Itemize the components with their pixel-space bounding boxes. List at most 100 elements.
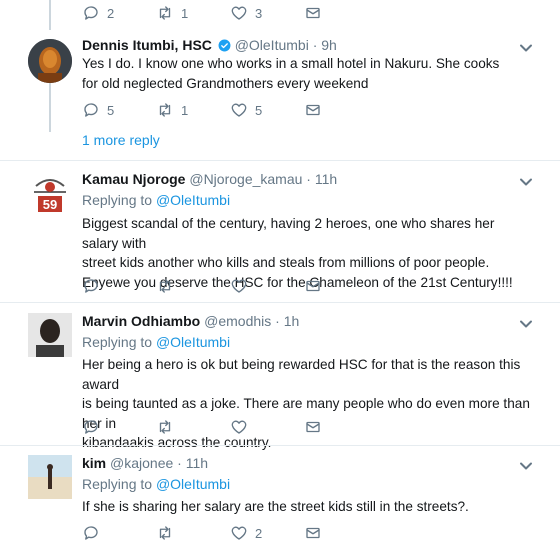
reply-icon — [84, 279, 98, 293]
timestamp[interactable]: 1h — [284, 313, 300, 329]
reply-action[interactable] — [82, 418, 156, 436]
retweet-action[interactable]: 1 — [156, 101, 230, 119]
message-action[interactable] — [304, 4, 378, 22]
tweet3-more-menu[interactable] — [519, 317, 533, 331]
tweet4-header: kim @kajonee · 11h — [82, 455, 208, 471]
timestamp[interactable]: 11h — [186, 455, 208, 471]
dot-separator: · — [312, 37, 318, 53]
chevron-down-icon — [520, 462, 532, 470]
envelope-icon — [306, 7, 320, 19]
reply-action[interactable] — [82, 524, 156, 542]
tweet1-actions: 5 1 5 — [82, 100, 378, 120]
reply-action[interactable]: 5 — [82, 101, 156, 119]
heart-icon — [231, 279, 247, 293]
like-count: 3 — [255, 5, 263, 21]
replying-to: Replying to @OleItumbi — [82, 334, 230, 350]
dot-separator: · — [306, 171, 311, 187]
retweet-icon — [159, 526, 171, 540]
like-action[interactable] — [230, 418, 304, 436]
retweet-action[interactable] — [156, 524, 230, 542]
message-action[interactable] — [304, 418, 378, 436]
chevron-down-icon — [520, 44, 532, 52]
avatar-marvin[interactable] — [28, 313, 72, 357]
reply-icon — [84, 420, 98, 434]
tweet4-more-menu[interactable] — [519, 459, 533, 473]
retweet-icon — [159, 6, 171, 20]
reply-icon — [84, 526, 98, 540]
display-name[interactable]: kim — [82, 455, 106, 471]
retweet-action[interactable] — [156, 418, 230, 436]
envelope-icon — [306, 421, 320, 433]
tweet4-text: If she is sharing her salary are the str… — [82, 499, 469, 514]
thread-line-tweet1 — [49, 82, 51, 132]
tweet4-actions: 2 — [82, 523, 378, 543]
replying-to-link[interactable]: @OleItumbi — [156, 476, 230, 492]
tweet3-header: Marvin Odhiambo @emodhis · 1h — [82, 313, 299, 329]
tweet3-text: Her being a hero is ok but being rewarde… — [82, 355, 532, 453]
chevron-down-icon — [520, 178, 532, 186]
timestamp[interactable]: 11h — [315, 171, 337, 187]
handle[interactable]: @emodhis — [204, 313, 271, 329]
reply-count: 2 — [107, 5, 115, 21]
tweet1-text: Yes I do. I know one who works in a smal… — [82, 56, 500, 91]
avatar-emblem-text: 59 — [43, 197, 57, 212]
thread-line-top — [49, 0, 51, 30]
handle[interactable]: @Njoroge_kamau — [189, 171, 302, 187]
replying-to: Replying to @OleItumbi — [82, 192, 230, 208]
heart-icon — [231, 420, 247, 434]
tweet3-text-line: Her being a hero is ok but being rewarde… — [82, 357, 521, 392]
retweet-action[interactable]: 1 — [156, 4, 230, 22]
reply-icon — [84, 103, 98, 117]
more-replies-link[interactable]: 1 more reply — [82, 132, 160, 148]
tweet2-text-line: street kids another who kills and steals… — [82, 255, 490, 270]
envelope-icon — [306, 104, 320, 116]
envelope-icon — [306, 280, 320, 292]
avatar-kim[interactable] — [28, 455, 72, 499]
like-count: 5 — [255, 102, 263, 118]
display-name[interactable]: Dennis Itumbi, HSC — [82, 37, 212, 53]
like-action[interactable]: 3 — [230, 4, 304, 22]
reply-count: 5 — [107, 102, 115, 118]
tweet1-header: Dennis Itumbi, HSC @OleItumbi · 9h — [82, 37, 337, 53]
replying-prefix: Replying to — [82, 334, 153, 350]
top-tweet-actions: 2 1 3 — [82, 3, 378, 23]
separator — [0, 160, 560, 161]
verified-badge-icon — [218, 39, 231, 52]
retweet-action[interactable] — [156, 277, 230, 295]
avatar-photo-icon — [28, 313, 72, 357]
retweet-count: 1 — [181, 102, 189, 118]
avatar-kamau[interactable]: 59 — [28, 172, 72, 216]
display-name[interactable]: Marvin Odhiambo — [82, 313, 200, 329]
tweet2-more-menu[interactable] — [519, 175, 533, 189]
handle[interactable]: @OleItumbi — [235, 37, 309, 53]
avatar-beach-photo-icon — [28, 455, 72, 499]
like-action[interactable]: 2 — [230, 524, 304, 542]
tweet1-more-menu[interactable] — [519, 41, 533, 55]
chevron-down-icon — [520, 320, 532, 328]
message-action[interactable] — [304, 524, 378, 542]
message-action[interactable] — [304, 101, 378, 119]
heart-icon — [231, 103, 247, 117]
heart-icon — [231, 526, 247, 540]
tweet2-actions — [82, 276, 378, 296]
tweet2-text-line: Biggest scandal of the century, having 2… — [82, 216, 495, 251]
replying-prefix: Replying to — [82, 192, 153, 208]
handle[interactable]: @kajonee — [110, 455, 173, 471]
separator — [0, 445, 560, 446]
replying-to: Replying to @OleItumbi — [82, 476, 230, 492]
like-action[interactable]: 5 — [230, 101, 304, 119]
heart-icon — [231, 6, 247, 20]
envelope-icon — [306, 527, 320, 539]
avatar-dennis[interactable] — [28, 39, 72, 83]
replying-to-link[interactable]: @OleItumbi — [156, 192, 230, 208]
like-action[interactable] — [230, 277, 304, 295]
retweet-icon — [159, 103, 171, 117]
avatar-portrait-icon — [28, 39, 72, 83]
display-name[interactable]: Kamau Njoroge — [82, 171, 185, 187]
reply-action[interactable] — [82, 277, 156, 295]
reply-action[interactable]: 2 — [82, 4, 156, 22]
retweet-icon — [159, 279, 171, 293]
timestamp[interactable]: 9h — [321, 37, 337, 53]
message-action[interactable] — [304, 277, 378, 295]
replying-to-link[interactable]: @OleItumbi — [156, 334, 230, 350]
